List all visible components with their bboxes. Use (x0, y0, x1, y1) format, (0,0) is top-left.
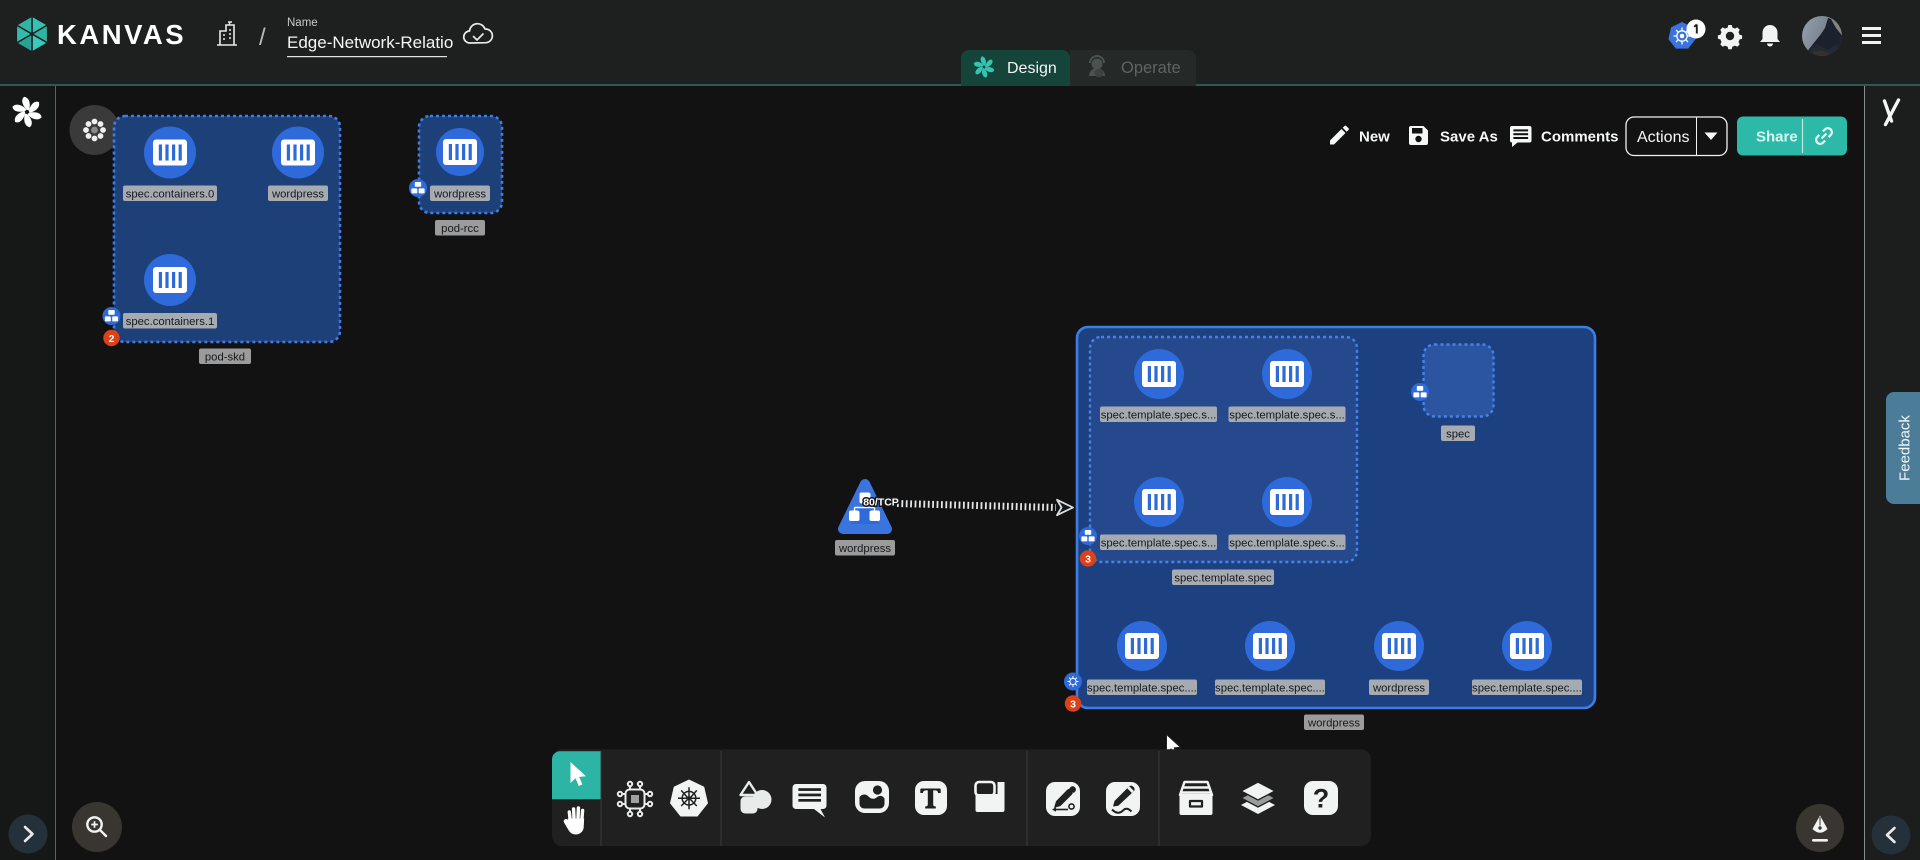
svg-text:Actions: Actions (1637, 129, 1689, 146)
svg-text:wordpress: wordpress (838, 543, 891, 555)
svg-text:wordpress: wordpress (1372, 683, 1425, 695)
svg-text:2: 2 (109, 333, 115, 345)
svg-text:spec.template.spec: spec.template.spec (1174, 573, 1272, 585)
svg-text:spec.template.spec....: spec.template.spec.... (1087, 683, 1197, 695)
svg-text:spec.containers.1: spec.containers.1 (126, 316, 215, 328)
svg-text:spec.containers.0: spec.containers.0 (126, 189, 215, 201)
svg-text:3: 3 (1070, 698, 1076, 710)
svg-text:spec.template.spec....: spec.template.spec.... (1215, 683, 1325, 695)
svg-text:Edge-Network-Relatio: Edge-Network-Relatio (287, 33, 453, 52)
svg-text:pod-rcc: pod-rcc (441, 223, 479, 235)
svg-text:Share: Share (1756, 129, 1798, 146)
svg-text:spec.template.spec.s...: spec.template.spec.s... (1229, 538, 1345, 550)
svg-text:Save As: Save As (1440, 129, 1498, 146)
svg-text:wordpress: wordpress (271, 189, 324, 201)
svg-text:80/TCP: 80/TCP (863, 497, 899, 509)
svg-text:wordpress: wordpress (1307, 718, 1360, 730)
svg-text:Operate: Operate (1121, 59, 1181, 77)
svg-text:?: ? (1313, 784, 1330, 814)
svg-text:Design: Design (1007, 60, 1057, 77)
svg-text:3: 3 (1085, 553, 1091, 565)
svg-text:spec.template.spec.s...: spec.template.spec.s... (1101, 410, 1217, 422)
svg-text:spec.template.spec....: spec.template.spec.... (1472, 683, 1582, 695)
svg-text:/: / (259, 24, 266, 51)
svg-text:Comments: Comments (1541, 129, 1619, 146)
svg-text:spec.template.spec.s...: spec.template.spec.s... (1229, 410, 1345, 422)
svg-text:pod-skd: pod-skd (205, 352, 245, 364)
svg-text:Name: Name (287, 17, 318, 29)
svg-text:New: New (1359, 129, 1390, 146)
svg-text:KANVAS: KANVAS (57, 19, 186, 50)
svg-text:spec: spec (1446, 429, 1470, 441)
svg-text:spec.template.spec.s...: spec.template.spec.s... (1101, 538, 1217, 550)
svg-text:wordpress: wordpress (433, 189, 486, 201)
